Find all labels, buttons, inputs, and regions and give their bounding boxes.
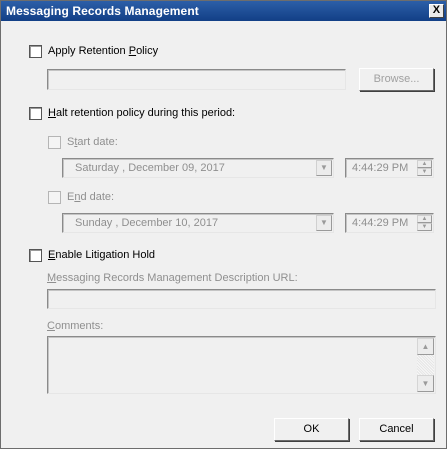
enable-litigation-hold-label: Enable Litigation Hold — [48, 249, 156, 261]
ok-button[interactable]: OK — [274, 418, 349, 441]
end-time-spinner[interactable]: ▲ ▼ — [417, 215, 432, 231]
comments-textarea[interactable]: ▲ ▼ — [47, 336, 436, 394]
chevron-up-icon[interactable]: ▲ — [417, 160, 432, 168]
chevron-down-icon[interactable]: ▼ — [417, 223, 432, 231]
apply-retention-policy-checkbox[interactable] — [29, 45, 42, 58]
description-url-field[interactable] — [47, 289, 436, 309]
end-date-checkbox[interactable] — [48, 191, 61, 204]
chevron-down-icon[interactable]: ▼ — [316, 215, 332, 231]
browse-button[interactable]: Browse... — [359, 68, 434, 91]
comments-scrollbar[interactable]: ▲ ▼ — [417, 338, 434, 392]
enable-litigation-hold-checkbox[interactable] — [29, 249, 42, 262]
title-bar: Messaging Records Management X — [1, 1, 446, 21]
retention-policy-field[interactable] — [47, 69, 346, 90]
cancel-button[interactable]: Cancel — [359, 418, 434, 441]
end-time-value: 4:44:29 PM — [352, 217, 409, 229]
close-icon: X — [432, 4, 441, 16]
comments-label: Comments: — [47, 320, 104, 332]
start-time-spinner[interactable]: ▲ ▼ — [417, 160, 432, 176]
window-title: Messaging Records Management — [6, 4, 199, 18]
description-url-label: Messaging Records Management Description… — [47, 272, 298, 284]
chevron-down-icon[interactable]: ▼ — [417, 168, 432, 176]
end-date-value: Sunday , December 10, 2017 — [75, 217, 219, 229]
halt-retention-checkbox[interactable] — [29, 107, 42, 120]
halt-retention-label: Halt retention policy during this period… — [48, 107, 236, 119]
start-time-value: 4:44:29 PM — [352, 162, 409, 174]
close-button[interactable]: X — [429, 4, 444, 18]
chevron-down-icon[interactable]: ▼ — [316, 160, 332, 176]
end-date-label: End date: — [67, 191, 115, 203]
start-time-picker[interactable]: 4:44:29 PM ▲ ▼ — [345, 158, 434, 178]
start-date-value: Saturday , December 09, 2017 — [75, 162, 225, 174]
chevron-up-icon[interactable]: ▲ — [417, 215, 432, 223]
end-time-picker[interactable]: 4:44:29 PM ▲ ▼ — [345, 213, 434, 233]
end-date-picker[interactable]: Sunday , December 10, 2017 ▼ — [62, 213, 334, 233]
start-date-checkbox[interactable] — [48, 136, 61, 149]
apply-retention-policy-label: Apply Retention Policy — [48, 45, 159, 57]
dialog-window: Messaging Records Management X Apply Ret… — [0, 0, 447, 449]
scroll-down-icon[interactable]: ▼ — [417, 375, 434, 392]
start-date-label: Start date: — [67, 136, 118, 148]
start-date-picker[interactable]: Saturday , December 09, 2017 ▼ — [62, 158, 334, 178]
scroll-up-icon[interactable]: ▲ — [417, 338, 434, 355]
